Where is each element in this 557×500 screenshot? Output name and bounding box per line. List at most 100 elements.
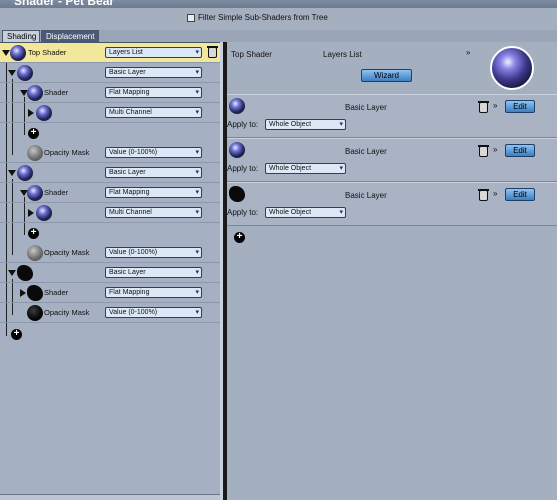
tree-row-opacity-mask[interactable]: Opacity Mask Value (0-100%) ▾: [0, 303, 220, 323]
layer-preview-icon: [17, 165, 33, 181]
tree-row-layer[interactable]: Basic Layer ▾: [0, 163, 220, 183]
mapping-dropdown[interactable]: Flat Mapping ▾: [105, 287, 202, 298]
layer-preview-icon: [17, 65, 33, 81]
edit-button[interactable]: Edit: [505, 188, 535, 201]
channel-dropdown[interactable]: Multi Channel ▾: [105, 107, 202, 118]
dropdown-arrow-icon: ▾: [195, 249, 199, 256]
dropdown-arrow-icon: ▾: [195, 289, 199, 296]
dropdown-arrow-icon: ▾: [195, 89, 199, 96]
dropdown-arrow-icon: ▾: [195, 209, 199, 216]
apply-to-dropdown[interactable]: Whole Object ▾: [265, 163, 346, 174]
dropdown-value: Flat Mapping: [109, 89, 150, 96]
opacity-dropdown[interactable]: Value (0-100%) ▾: [105, 247, 202, 258]
tree-row-add: +: [0, 123, 220, 143]
layer-type-dropdown[interactable]: Basic Layer ▾: [105, 167, 202, 178]
mapping-dropdown[interactable]: Flat Mapping ▾: [105, 87, 202, 98]
dropdown-value: Layers List: [109, 49, 143, 56]
channel-dropdown[interactable]: Multi Channel ▾: [105, 207, 202, 218]
dropdown-arrow-icon: ▾: [339, 165, 343, 172]
dropdown-value: Basic Layer: [109, 169, 146, 176]
dropdown-arrow-icon: ▾: [195, 269, 199, 276]
filter-bar: Filter Simple Sub-Shaders from Tree: [0, 8, 557, 30]
tree-row-shader[interactable]: Shader Flat Mapping ▾: [0, 283, 220, 303]
tree-row-opacity-mask[interactable]: Opacity Mask Value (0-100%) ▾: [0, 243, 220, 263]
layer-preview-icon: [229, 142, 245, 158]
shader-preview-icon: [27, 85, 43, 101]
tree-row-label: Opacity Mask: [44, 248, 90, 257]
tree-row-label: Opacity Mask: [44, 308, 90, 317]
triangle-right-icon[interactable]: [20, 289, 26, 297]
filter-checkbox[interactable]: [187, 14, 195, 22]
horizontal-scrollbar[interactable]: [0, 494, 220, 500]
plus-circle-icon[interactable]: +: [234, 232, 245, 243]
edit-button[interactable]: Edit: [505, 144, 535, 157]
apply-to-dropdown[interactable]: Whole Object ▾: [265, 119, 346, 130]
layer-entry: Basic Layer » Edit Apply to: Whole Objec…: [227, 138, 557, 182]
trash-icon[interactable]: [478, 189, 489, 201]
tree-row-shader[interactable]: Shader Flat Mapping ▾: [0, 183, 220, 203]
filter-label[interactable]: Filter Simple Sub-Shaders from Tree: [198, 13, 328, 22]
layer-entry: Basic Layer » Edit Apply to: Whole Objec…: [227, 182, 557, 226]
detail-type: Layers List: [323, 50, 362, 59]
tree-row-label: Shader: [44, 288, 69, 297]
dropdown-arrow-icon: ▾: [195, 109, 199, 116]
double-chevron-down-icon[interactable]: »: [466, 48, 470, 57]
dropdown-arrow-icon: ▾: [195, 189, 199, 196]
shader-preview-image: [490, 46, 534, 90]
tree-row-label: Shader: [44, 188, 69, 197]
layer-type-dropdown[interactable]: Basic Layer ▾: [105, 67, 202, 78]
tab-shading[interactable]: Shading: [2, 30, 40, 42]
plus-circle-icon[interactable]: +: [28, 228, 39, 239]
tree-row-label: Top Shader: [28, 48, 67, 57]
triangle-right-icon[interactable]: [28, 209, 34, 217]
opacity-preview-icon: [27, 245, 43, 261]
dropdown-value: Flat Mapping: [109, 189, 150, 196]
dropdown-value: Flat Mapping: [109, 289, 150, 296]
shader-preview-icon: [10, 45, 26, 61]
opacity-dropdown[interactable]: Value (0-100%) ▾: [105, 307, 202, 318]
window-titlebar: Shader - Pet Bear: [0, 0, 557, 8]
opacity-preview-icon: [27, 305, 43, 321]
tab-displacement[interactable]: Displacement: [41, 30, 99, 42]
layer-type-dropdown[interactable]: Basic Layer ▾: [105, 267, 202, 278]
mapping-dropdown[interactable]: Flat Mapping ▾: [105, 187, 202, 198]
triangle-down-icon[interactable]: [8, 270, 16, 276]
layer-name: Basic Layer: [345, 103, 387, 112]
trash-icon[interactable]: [207, 46, 218, 58]
trash-icon[interactable]: [478, 101, 489, 113]
tree-row-layer[interactable]: Basic Layer ▾: [0, 263, 220, 283]
window-title: Shader - Pet Bear: [14, 0, 115, 8]
tree-row-layer[interactable]: Basic Layer ▾: [0, 63, 220, 83]
double-chevron-down-icon[interactable]: »: [493, 101, 497, 110]
apply-to-dropdown[interactable]: Whole Object ▾: [265, 207, 346, 218]
dropdown-value: Multi Channel: [109, 209, 152, 216]
shader-tree-panel: Top Shader Layers List ▾ Basic Layer ▾ S…: [0, 42, 220, 494]
edit-button[interactable]: Edit: [505, 100, 535, 113]
dropdown-value: Value (0-100%): [109, 309, 158, 316]
triangle-right-icon[interactable]: [28, 109, 34, 117]
triangle-down-icon[interactable]: [8, 70, 16, 76]
layer-entry: Basic Layer » Edit Apply to: Whole Objec…: [227, 94, 557, 138]
tree-row-shader[interactable]: Shader Flat Mapping ▾: [0, 83, 220, 103]
apply-to-label: Apply to:: [227, 208, 259, 217]
wizard-button[interactable]: Wizard: [361, 69, 412, 82]
double-chevron-down-icon[interactable]: »: [493, 145, 497, 154]
tree-row-add: +: [0, 223, 220, 243]
tree-row-add-layer: +: [0, 323, 220, 343]
tree-row-top-shader[interactable]: Top Shader Layers List ▾: [0, 43, 220, 63]
tree-row-subshader[interactable]: Multi Channel ▾: [0, 103, 220, 123]
plus-circle-icon[interactable]: +: [11, 329, 22, 340]
triangle-down-icon[interactable]: [8, 170, 16, 176]
plus-circle-icon[interactable]: +: [28, 128, 39, 139]
opacity-dropdown[interactable]: Value (0-100%) ▾: [105, 147, 202, 158]
dropdown-value: Whole Object: [269, 121, 312, 128]
dropdown-value: Multi Channel: [109, 109, 152, 116]
triangle-down-icon[interactable]: [2, 50, 10, 56]
apply-to-label: Apply to:: [227, 164, 259, 173]
trash-icon[interactable]: [478, 145, 489, 157]
tree-row-opacity-mask[interactable]: Opacity Mask Value (0-100%) ▾: [0, 143, 220, 163]
apply-to-label: Apply to:: [227, 120, 259, 129]
shader-type-dropdown[interactable]: Layers List ▾: [105, 47, 202, 58]
double-chevron-down-icon[interactable]: »: [493, 189, 497, 198]
tree-row-subshader[interactable]: Multi Channel ▾: [0, 203, 220, 223]
